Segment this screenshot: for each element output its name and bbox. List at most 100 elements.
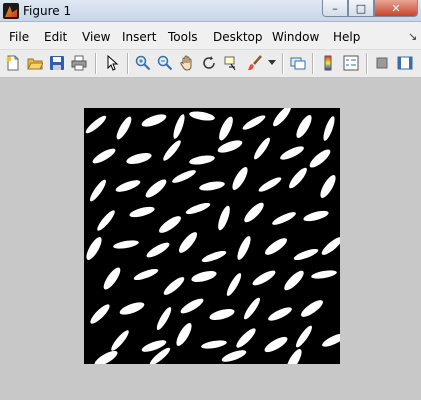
rice-grain — [125, 150, 153, 166]
rice-grain — [251, 135, 273, 161]
rice-grain — [220, 347, 248, 364]
rice-grain — [84, 234, 105, 262]
brush-dropdown-icon[interactable] — [266, 54, 278, 72]
menu-insert[interactable]: Insert — [122, 30, 156, 44]
rice-grain — [321, 114, 337, 142]
rice-grain — [144, 240, 172, 260]
rice-grain — [293, 323, 315, 349]
rice-grain — [114, 177, 142, 195]
rice-grain — [292, 246, 320, 262]
rice-grain — [200, 338, 228, 350]
show-plot-tools-icon[interactable] — [396, 54, 414, 72]
figure-toolbar — [0, 50, 421, 78]
rice-grain — [156, 212, 184, 236]
rice-grain — [270, 209, 298, 227]
hide-plot-tools-icon[interactable] — [373, 54, 391, 72]
print-icon[interactable] — [70, 54, 88, 72]
rice-grain — [128, 204, 156, 220]
menu-file[interactable]: File — [9, 30, 29, 44]
rice-grain — [310, 268, 338, 280]
rice-grain — [319, 234, 340, 258]
close-button[interactable]: ✕ — [374, 0, 418, 17]
rice-grain — [298, 296, 326, 320]
menu-overflow-icon[interactable]: ↘ — [408, 30, 417, 43]
rice-grain — [224, 270, 244, 298]
toolbar-separator — [366, 53, 368, 74]
rice-grain — [293, 112, 315, 140]
new-figure-icon[interactable] — [4, 54, 22, 72]
window-title: Figure 1 — [23, 4, 72, 18]
legend-icon[interactable] — [342, 54, 360, 72]
rice-grain — [140, 111, 168, 129]
rice-grain — [170, 167, 198, 185]
rice-grain — [143, 176, 169, 200]
rice-grain — [178, 296, 206, 316]
link-plot-icon[interactable] — [289, 54, 307, 72]
toolbar-separator — [312, 53, 314, 74]
rice-grain — [188, 153, 216, 167]
rice-grain — [302, 208, 330, 224]
menu-desktop[interactable]: Desktop — [213, 30, 263, 44]
maximize-button[interactable]: □ — [348, 0, 374, 17]
zoom-in-icon[interactable] — [134, 54, 152, 72]
rice-grain — [266, 304, 294, 324]
rice-grain — [100, 264, 124, 292]
rice-grain — [87, 301, 113, 327]
rice-grain — [198, 179, 226, 193]
rice-grain — [208, 306, 236, 322]
rice-grain — [216, 114, 236, 142]
rice-grain — [278, 143, 306, 163]
rice-grain — [320, 330, 340, 350]
toolbar-separator — [127, 53, 129, 74]
rice-grain — [229, 164, 251, 192]
rice-grain — [87, 177, 109, 203]
rice-grain — [90, 146, 118, 166]
brush-icon[interactable] — [246, 54, 264, 72]
rice-grain — [132, 266, 160, 282]
minimize-button[interactable]: – — [322, 0, 348, 17]
data-cursor-icon[interactable] — [222, 54, 240, 72]
rice-grain — [112, 238, 140, 250]
rice-grain — [171, 112, 187, 140]
rice-grain — [241, 295, 263, 321]
rice-grain — [200, 248, 228, 264]
rice-grain — [240, 112, 268, 132]
figure-image[interactable] — [84, 108, 340, 364]
rice-grain — [92, 347, 120, 364]
rice-grain — [307, 146, 333, 170]
rice-grain — [262, 234, 290, 258]
pan-icon[interactable] — [178, 54, 196, 72]
rice-grain — [270, 108, 294, 129]
zoom-out-icon[interactable] — [156, 54, 174, 72]
rice-grain — [233, 325, 259, 351]
rotate-3d-icon[interactable] — [200, 54, 218, 72]
rice-grain — [188, 109, 216, 123]
rice-grain — [161, 274, 187, 298]
rice-grain — [215, 204, 233, 232]
rice-grain — [283, 346, 305, 364]
rice-grain — [190, 268, 218, 284]
menu-bar: File Edit View Insert Tools Desktop Wind… — [0, 22, 421, 50]
menu-edit[interactable]: Edit — [44, 30, 67, 44]
rice-grain — [184, 200, 212, 216]
open-file-icon[interactable] — [26, 54, 44, 72]
toolbar-separator — [95, 53, 97, 74]
rice-grain — [108, 327, 132, 353]
save-icon[interactable] — [48, 54, 66, 72]
matlab-icon — [3, 3, 19, 19]
colorbar-icon[interactable] — [319, 54, 337, 72]
pointer-icon[interactable] — [103, 54, 121, 72]
menu-window[interactable]: Window — [272, 30, 319, 44]
rice-grain — [317, 172, 339, 200]
menu-view[interactable]: View — [82, 30, 110, 44]
toolbar-separator — [282, 53, 284, 74]
menu-help[interactable]: Help — [333, 30, 360, 44]
rice-grain — [154, 304, 174, 332]
rice-grain — [250, 268, 278, 288]
rice-grain — [256, 174, 284, 194]
rice-grain — [241, 199, 267, 225]
rice-grain — [118, 299, 146, 317]
menu-tools[interactable]: Tools — [168, 30, 198, 44]
rice-grain — [234, 234, 254, 262]
title-bar: Figure 1 – □ ✕ — [0, 0, 421, 22]
